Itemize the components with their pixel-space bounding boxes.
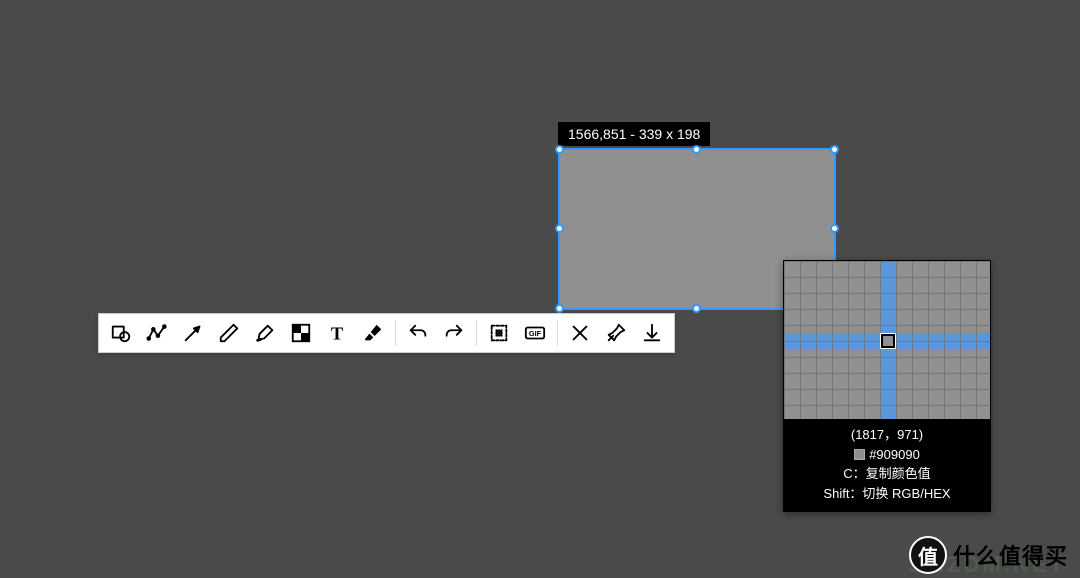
save-button[interactable] — [634, 317, 670, 349]
color-swatch — [854, 449, 865, 460]
resize-handle-mr[interactable] — [830, 224, 839, 233]
highlighter-button[interactable] — [247, 317, 283, 349]
svg-text:GIF: GIF — [529, 329, 542, 338]
text-icon: T — [326, 322, 348, 344]
scan-button[interactable] — [481, 317, 517, 349]
mosaic-button[interactable] — [283, 317, 319, 349]
resize-handle-bl[interactable] — [555, 304, 564, 313]
eraser-icon — [362, 322, 384, 344]
magnifier-hint-copy: C：复制颜色值 — [788, 464, 986, 484]
undo-button[interactable] — [400, 317, 436, 349]
toolbar-separator — [395, 320, 396, 346]
resize-handle-ml[interactable] — [555, 224, 564, 233]
toolbar-separator — [557, 320, 558, 346]
selection-dimensions-label: 1566,851 - 339 x 198 — [558, 122, 710, 146]
polyline-button[interactable] — [139, 317, 175, 349]
close-icon — [569, 322, 591, 344]
pencil-icon — [218, 322, 240, 344]
watermark-badge: 值 — [909, 536, 947, 574]
save-icon — [641, 322, 663, 344]
annotation-toolbar: T GIF — [98, 313, 675, 353]
magnifier-coords: (1817，971) — [788, 425, 986, 445]
resize-handle-tl[interactable] — [555, 145, 564, 154]
resize-handle-tm[interactable] — [692, 145, 701, 154]
svg-text:T: T — [331, 323, 343, 343]
close-button[interactable] — [562, 317, 598, 349]
arrow-icon — [182, 322, 204, 344]
rectangle-button[interactable] — [103, 317, 139, 349]
polyline-icon — [146, 322, 168, 344]
color-magnifier-panel: (1817，971) #909090 C：复制颜色值 Shift：切换 RGB/… — [783, 260, 991, 512]
pin-icon — [605, 322, 627, 344]
resize-handle-bm[interactable] — [692, 304, 701, 313]
redo-icon — [443, 322, 465, 344]
gif-icon: GIF — [524, 322, 546, 344]
toolbar-separator — [476, 320, 477, 346]
magnifier-center-pixel — [881, 334, 895, 348]
rectangle-icon — [110, 322, 132, 344]
highlighter-icon — [254, 322, 276, 344]
pencil-button[interactable] — [211, 317, 247, 349]
redo-button[interactable] — [436, 317, 472, 349]
magnifier-grid — [784, 261, 990, 419]
magnifier-color-row: #909090 — [788, 445, 986, 465]
gif-button[interactable]: GIF — [517, 317, 553, 349]
arrow-button[interactable] — [175, 317, 211, 349]
undo-icon — [407, 322, 429, 344]
magnifier-info: (1817，971) #909090 C：复制颜色值 Shift：切换 RGB/… — [784, 419, 990, 511]
watermark-text: 什么值得买 — [953, 539, 1068, 571]
pin-button[interactable] — [598, 317, 634, 349]
magnifier-hint-toggle: Shift：切换 RGB/HEX — [788, 484, 986, 504]
watermark: 值 什么值得买 — [909, 536, 1068, 574]
text-button[interactable]: T — [319, 317, 355, 349]
magnifier-hex: #909090 — [869, 447, 920, 462]
mosaic-icon — [290, 322, 312, 344]
resize-handle-tr[interactable] — [830, 145, 839, 154]
scan-icon — [488, 322, 510, 344]
eraser-button[interactable] — [355, 317, 391, 349]
